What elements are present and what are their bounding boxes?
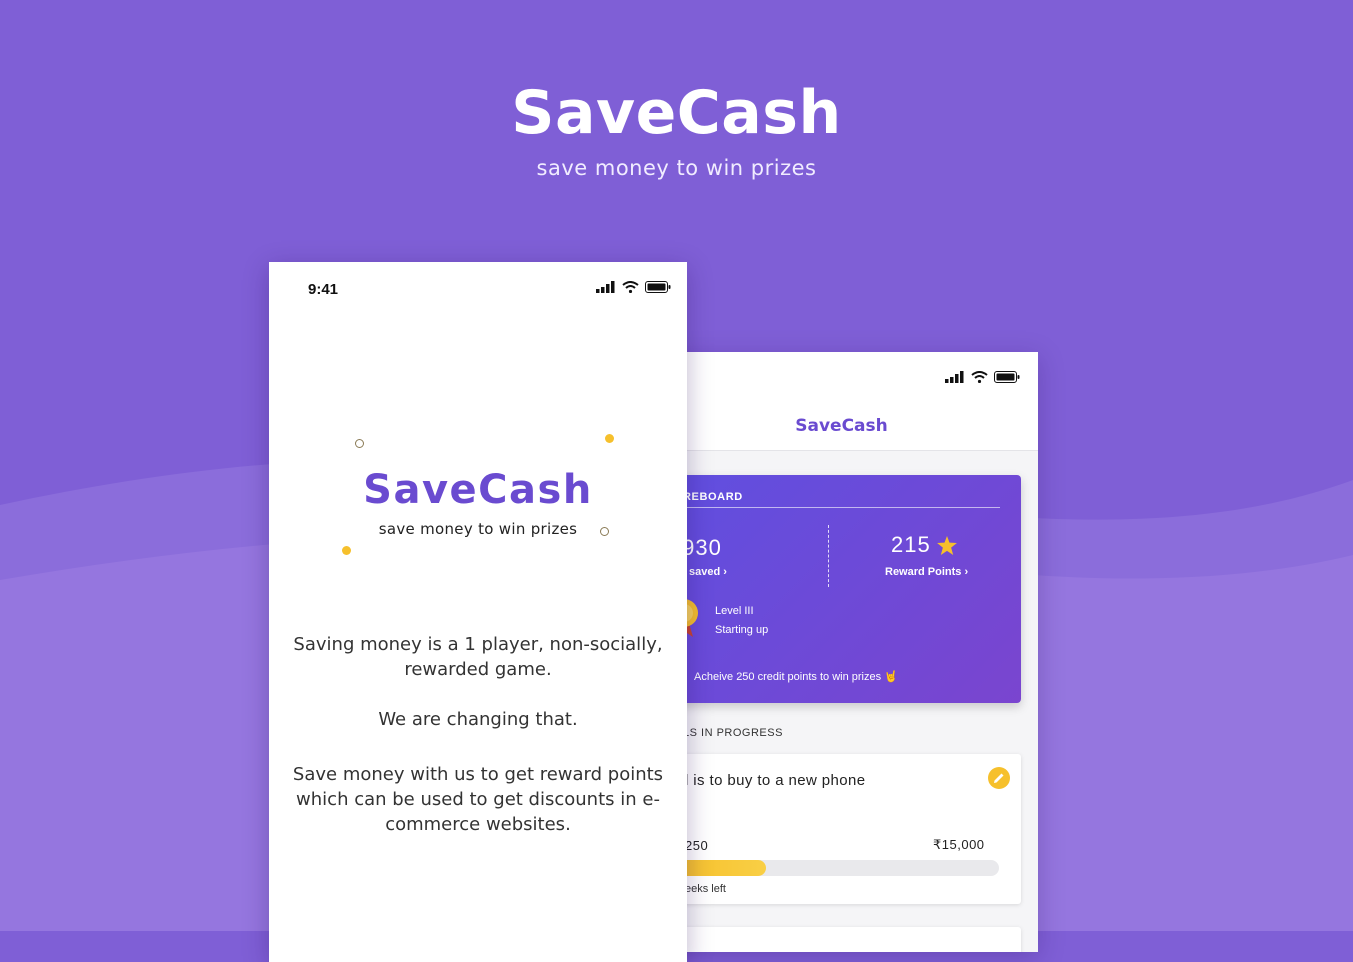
signal-icon: [596, 281, 615, 293]
hero-subtitle: save money to win prizes: [536, 156, 817, 180]
saved-link[interactable]: saved ›: [689, 566, 727, 578]
section-heading: LS IN PROGRESS: [683, 727, 783, 739]
app-title: SaveCash: [795, 416, 888, 436]
decor-dot: [605, 434, 614, 443]
battery-icon: [645, 281, 671, 293]
decor-ring: [355, 439, 364, 448]
status-icons: [596, 281, 671, 293]
edit-button[interactable]: [988, 767, 1010, 789]
goal-title: l is to buy to a new phone: [685, 772, 866, 789]
star-icon: [936, 535, 957, 555]
scoreboard-card: REBOARD ,930 saved › 215 Reward Points ›…: [645, 475, 1021, 703]
time-left: eeks left: [685, 883, 726, 895]
wifi-icon: [622, 281, 639, 293]
intro-paragraph: We are changing that.: [378, 709, 578, 730]
splash-screen: 9:41 SaveCash save money to win prizes S…: [269, 262, 687, 962]
scoreboard-label: REBOARD: [683, 491, 743, 503]
goal-card[interactable]: l is to buy to a new phone 250 ₹15,000 e…: [645, 754, 1021, 904]
reward-points-link[interactable]: Reward Points ›: [885, 566, 968, 578]
divider: [683, 507, 1000, 508]
goal-target-amount: ₹15,000: [933, 837, 985, 852]
dashboard-screen: SaveCash REBOARD ,930 saved › 215 Reward…: [645, 352, 1038, 952]
status-bar: [645, 352, 1038, 400]
app-bar: SaveCash: [645, 400, 1038, 451]
battery-icon: [994, 371, 1020, 383]
status-time: 9:41: [308, 281, 339, 298]
intro-paragraph: Save money with us to get reward points …: [292, 764, 664, 835]
reward-points-value: 215: [891, 532, 931, 557]
level-label: Level III: [715, 605, 754, 617]
goal-progress-fill: [675, 860, 766, 876]
wifi-icon: [971, 371, 988, 383]
splash-logo: SaveCash: [363, 467, 593, 513]
level-status: Starting up: [715, 624, 769, 636]
prize-tip: Acheive 250 credit points to win prizes …: [694, 671, 898, 683]
splash-tagline: save money to win prizes: [378, 520, 578, 538]
hero-title: SaveCash: [511, 78, 842, 148]
vertical-divider: [828, 525, 829, 587]
decor-dot: [342, 546, 351, 555]
goal-progress-bar: [675, 860, 999, 876]
intro-paragraph: Saving money is a 1 player, non-socially…: [293, 634, 663, 680]
goal-current-amount: 250: [685, 838, 709, 853]
pencil-icon: [994, 773, 1004, 783]
reward-points: 215: [891, 532, 957, 558]
signal-icon: [945, 371, 964, 383]
